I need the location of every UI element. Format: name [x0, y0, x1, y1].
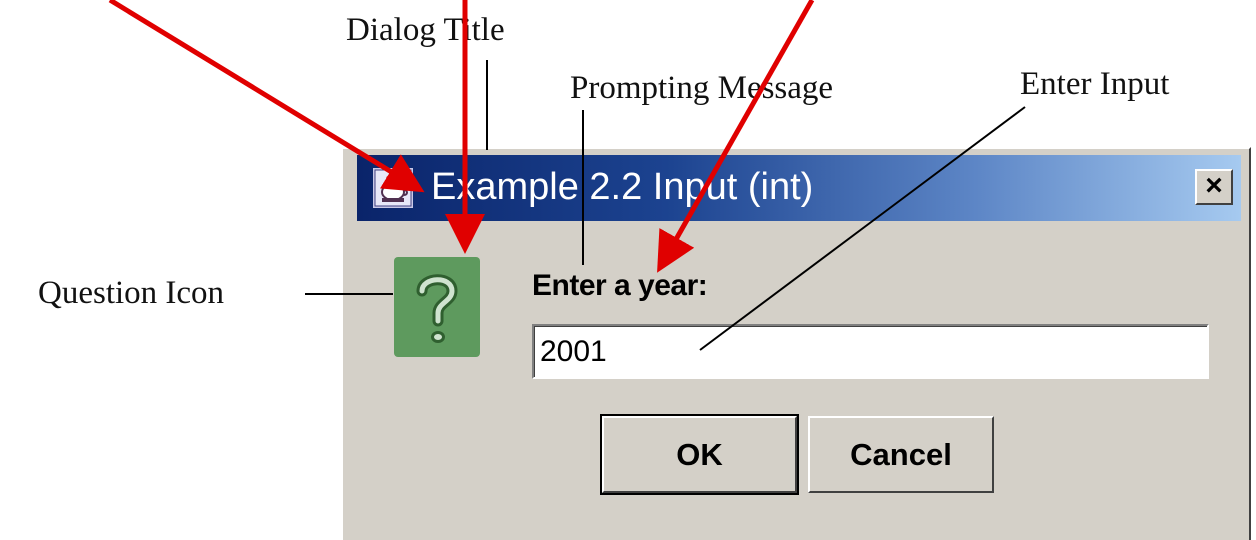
question-icon [394, 257, 480, 357]
annotation-question-icon: Question Icon [38, 275, 225, 311]
annotation-dialog-title: Dialog Title [346, 12, 505, 48]
cancel-button[interactable]: Cancel [808, 416, 994, 493]
dialog-title: Example 2.2 Input (int) [431, 166, 814, 208]
java-app-icon [373, 168, 413, 208]
dialog-titlebar[interactable]: Example 2.2 Input (int) × [357, 155, 1241, 221]
annotation-enter-input: Enter Input [1020, 66, 1170, 102]
close-button[interactable]: × [1195, 169, 1233, 205]
prompt-message: Enter a year: [532, 269, 708, 302]
input-dialog: Example 2.2 Input (int) × Enter a year: … [341, 147, 1251, 540]
ok-button[interactable]: OK [600, 414, 799, 495]
annotation-prompting-message: Prompting Message [570, 70, 834, 106]
year-input[interactable] [532, 324, 1209, 379]
